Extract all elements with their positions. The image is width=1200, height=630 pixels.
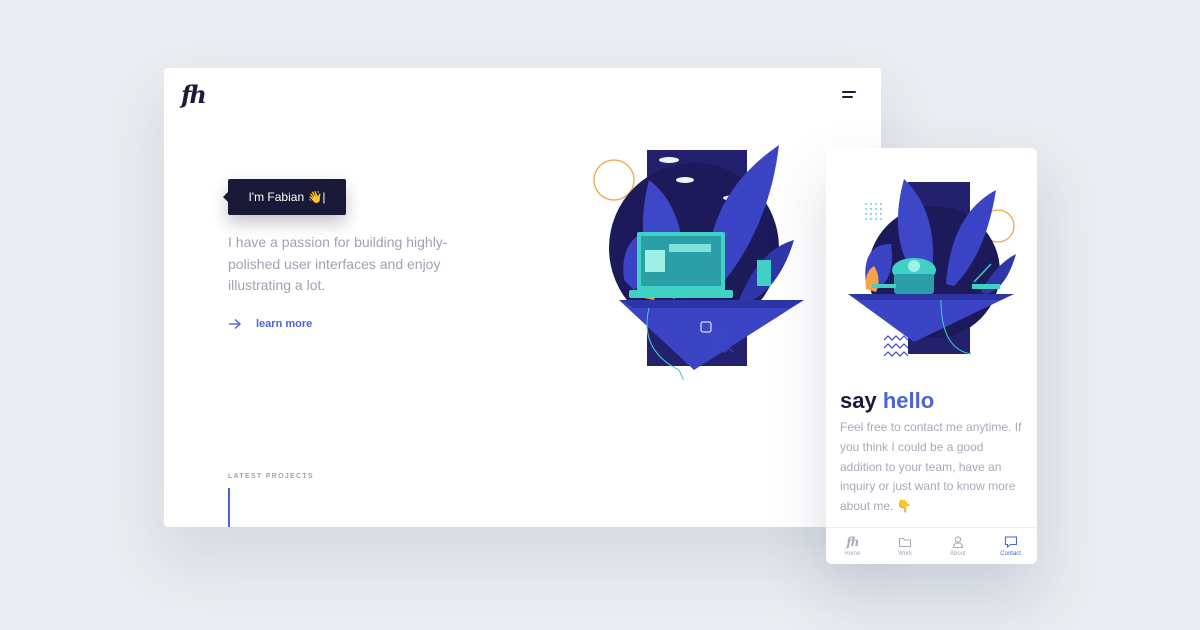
- tab-work[interactable]: Work: [879, 528, 932, 564]
- contact-heading-plain: say: [840, 388, 883, 413]
- learn-more-label: learn more: [256, 318, 313, 330]
- workspace-illustration: [593, 145, 804, 380]
- telephone-illustration: [848, 179, 1016, 357]
- logo[interactable]: fh: [181, 80, 207, 109]
- hamburger-icon: [842, 91, 856, 93]
- tab-contact[interactable]: Contact: [984, 528, 1037, 564]
- desktop-window: fh I'm Fabian 👋| I have a passion for bu…: [164, 68, 881, 527]
- projects-indicator-line: [228, 488, 230, 527]
- contact-heading-highlight: hello: [882, 388, 935, 413]
- learn-more-link[interactable]: learn more: [228, 318, 312, 330]
- arrow-right-icon: [229, 318, 242, 330]
- hamburger-line: [842, 96, 853, 98]
- fh-logo-icon: fh: [846, 535, 859, 549]
- bottom-tab-bar: fh Home Work About Contact: [826, 527, 1037, 564]
- tab-contact-label: Contact: [1000, 551, 1021, 557]
- tab-about[interactable]: About: [932, 528, 985, 564]
- tab-work-label: Work: [898, 551, 913, 557]
- mobile-window: say hello Feel free to contact me anytim…: [826, 148, 1037, 564]
- tab-home-label: Home: [844, 551, 861, 557]
- tab-about-label: About: [950, 551, 966, 557]
- folder-icon: [899, 537, 912, 548]
- chat-icon: [1004, 536, 1017, 549]
- greeting-badge: I'm Fabian 👋|: [223, 179, 346, 215]
- contact-body: Feel free to contact me anytime. If you …: [840, 420, 1022, 514]
- contact-heading: say hello: [840, 388, 934, 414]
- user-icon: [952, 536, 963, 549]
- latest-projects-heading: LATEST PROJECTS: [228, 473, 314, 480]
- menu-button[interactable]: [842, 90, 858, 102]
- intro-text: I have a passion for building highly-pol…: [228, 234, 448, 293]
- tab-home[interactable]: fh Home: [826, 528, 879, 564]
